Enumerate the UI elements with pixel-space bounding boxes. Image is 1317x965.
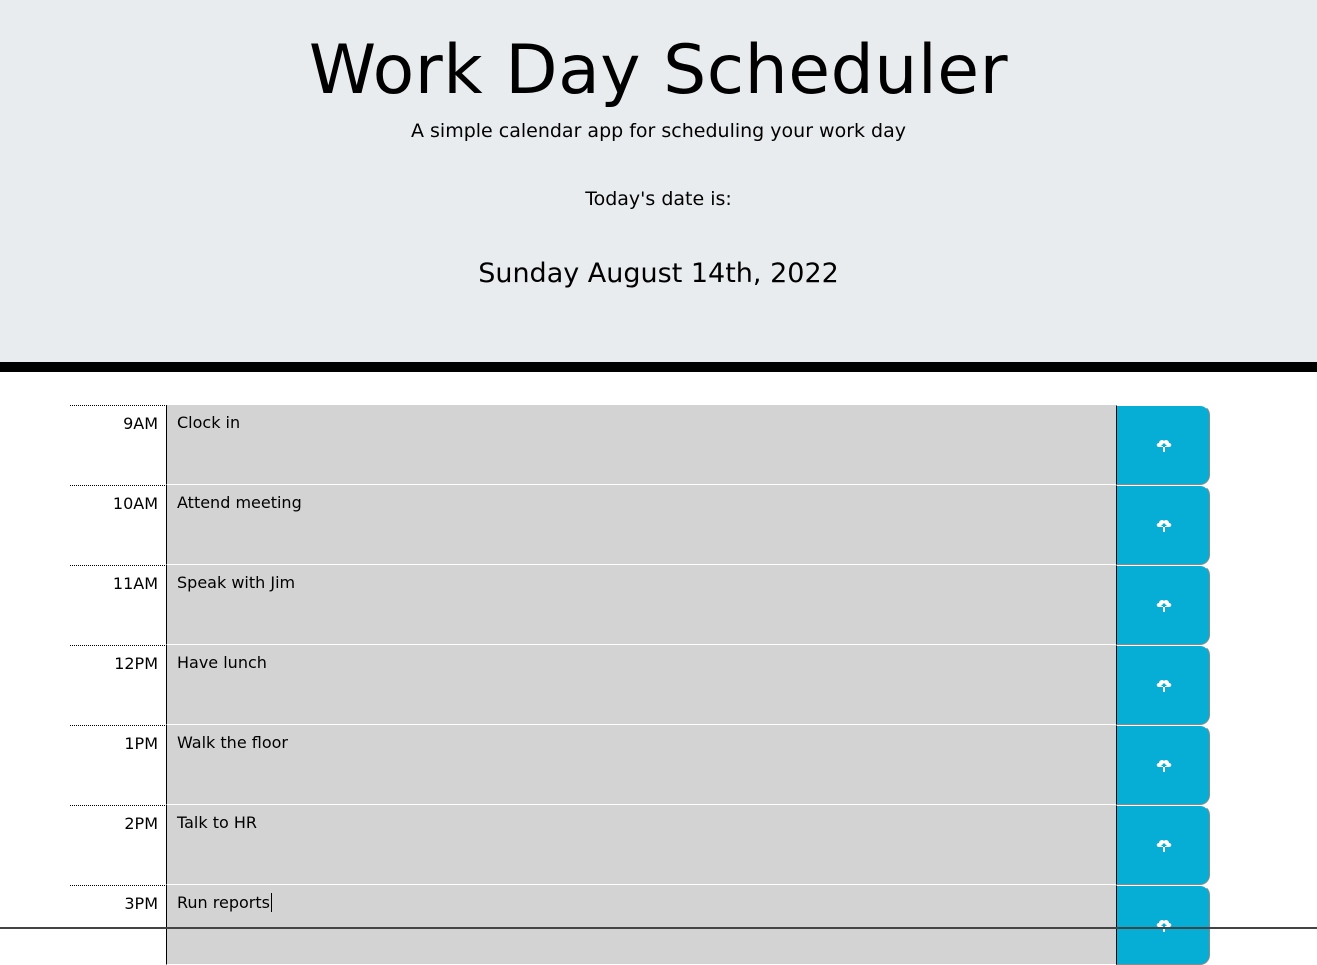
- save-button[interactable]: [1116, 805, 1210, 885]
- date-label: Today's date is:: [585, 188, 732, 210]
- page-title: Work Day Scheduler: [308, 31, 1009, 110]
- event-textarea[interactable]: Attend meeting: [166, 485, 1117, 565]
- event-text: Speak with Jim: [177, 573, 296, 592]
- time-block-row: 9AM Clock in: [70, 405, 1210, 485]
- page-subtitle: A simple calendar app for scheduling you…: [410, 120, 907, 142]
- save-button[interactable]: [1116, 565, 1210, 645]
- hour-label: 2PM: [70, 805, 167, 885]
- event-text: Clock in: [177, 413, 241, 432]
- hour-label: 12PM: [70, 645, 167, 725]
- cloud-upload-icon: [1156, 919, 1172, 932]
- save-button[interactable]: [1116, 405, 1210, 485]
- header-jumbotron: Work Day Scheduler A simple calendar app…: [0, 0, 1317, 362]
- time-block-row: 3PM Run reports: [70, 885, 1210, 965]
- text-caret: [270, 893, 272, 912]
- save-button[interactable]: [1116, 725, 1210, 805]
- save-button[interactable]: [1116, 485, 1210, 565]
- hour-label: 3PM: [70, 885, 167, 965]
- current-day: Sunday August 14th, 2022: [478, 258, 839, 289]
- time-block-list: 9AM Clock in 10AM Attend meeting 11AM Sp…: [70, 405, 1210, 965]
- hour-label: 9AM: [70, 405, 167, 485]
- event-textarea[interactable]: Clock in: [166, 405, 1117, 485]
- event-text: Talk to HR: [177, 813, 258, 832]
- cloud-upload-icon: [1156, 679, 1172, 692]
- cloud-upload-icon: [1156, 439, 1172, 452]
- time-block-row: 10AM Attend meeting: [70, 485, 1210, 565]
- save-button[interactable]: [1116, 645, 1210, 725]
- hour-label: 1PM: [70, 725, 167, 805]
- header-divider: [0, 362, 1317, 372]
- cloud-upload-icon: [1156, 599, 1172, 612]
- cloud-upload-icon: [1156, 839, 1172, 852]
- time-block-row: 2PM Talk to HR: [70, 805, 1210, 885]
- event-textarea[interactable]: Talk to HR: [166, 805, 1117, 885]
- event-textarea[interactable]: Have lunch: [166, 645, 1117, 725]
- hour-label: 10AM: [70, 485, 167, 565]
- cloud-upload-icon: [1156, 519, 1172, 532]
- time-block-row: 12PM Have lunch: [70, 645, 1210, 725]
- event-text: Have lunch: [177, 653, 267, 672]
- time-block-row: 11AM Speak with Jim: [70, 565, 1210, 645]
- event-text: Walk the floor: [177, 733, 288, 752]
- cloud-upload-icon: [1156, 759, 1172, 772]
- event-textarea[interactable]: Speak with Jim: [166, 565, 1117, 645]
- time-block-row: 1PM Walk the floor: [70, 725, 1210, 805]
- event-text: Run reports: [177, 893, 270, 912]
- event-textarea[interactable]: Run reports: [166, 885, 1117, 965]
- event-text: Attend meeting: [177, 493, 302, 512]
- save-button[interactable]: [1116, 885, 1210, 965]
- event-textarea[interactable]: Walk the floor: [166, 725, 1117, 805]
- hour-label: 11AM: [70, 565, 167, 645]
